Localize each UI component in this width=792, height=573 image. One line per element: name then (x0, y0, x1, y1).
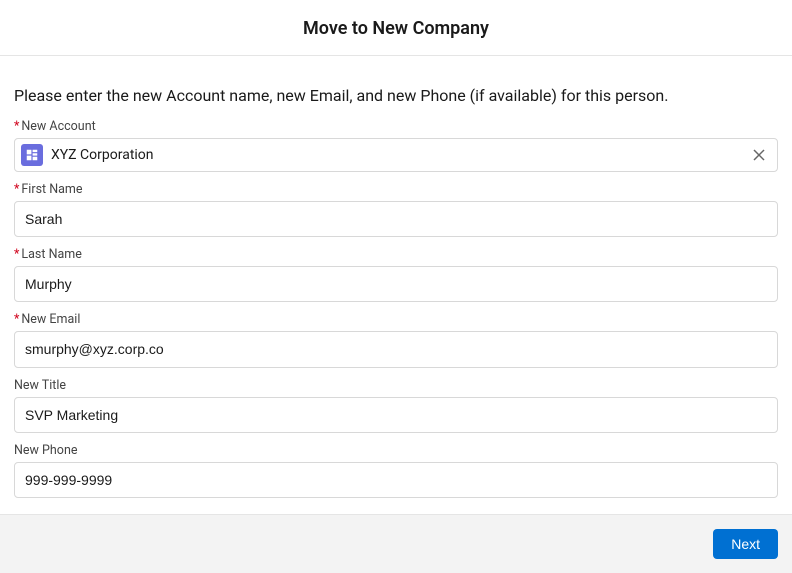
dialog-footer: Next (0, 514, 792, 573)
next-button[interactable]: Next (713, 529, 778, 559)
field-new-email: *New Email (14, 312, 778, 367)
field-first-name: *First Name (14, 182, 778, 237)
field-new-title: New Title (14, 378, 778, 433)
field-new-phone: New Phone (14, 443, 778, 498)
form-content: Please enter the new Account name, new E… (0, 56, 792, 522)
new-account-label: *New Account (14, 119, 778, 134)
last-name-input[interactable] (14, 266, 778, 302)
last-name-label: *Last Name (14, 247, 778, 262)
new-account-lookup[interactable]: XYZ Corporation (14, 138, 778, 172)
required-indicator: * (14, 182, 19, 197)
new-account-value: XYZ Corporation (51, 147, 741, 163)
new-phone-label: New Phone (14, 443, 778, 458)
account-icon (21, 144, 43, 166)
required-indicator: * (14, 312, 19, 327)
new-email-input[interactable] (14, 331, 778, 367)
required-indicator: * (14, 247, 19, 262)
first-name-label: *First Name (14, 182, 778, 197)
clear-account-button[interactable] (749, 145, 769, 165)
new-title-label: New Title (14, 378, 778, 393)
dialog-header: Move to New Company (0, 0, 792, 56)
field-new-account: *New Account XYZ Corporation (14, 119, 778, 172)
form-description: Please enter the new Account name, new E… (14, 86, 778, 105)
new-phone-input[interactable] (14, 462, 778, 498)
close-icon (753, 149, 765, 161)
first-name-input[interactable] (14, 201, 778, 237)
page-title: Move to New Company (0, 18, 792, 39)
new-email-label: *New Email (14, 312, 778, 327)
required-indicator: * (14, 119, 19, 134)
new-title-input[interactable] (14, 397, 778, 433)
field-last-name: *Last Name (14, 247, 778, 302)
